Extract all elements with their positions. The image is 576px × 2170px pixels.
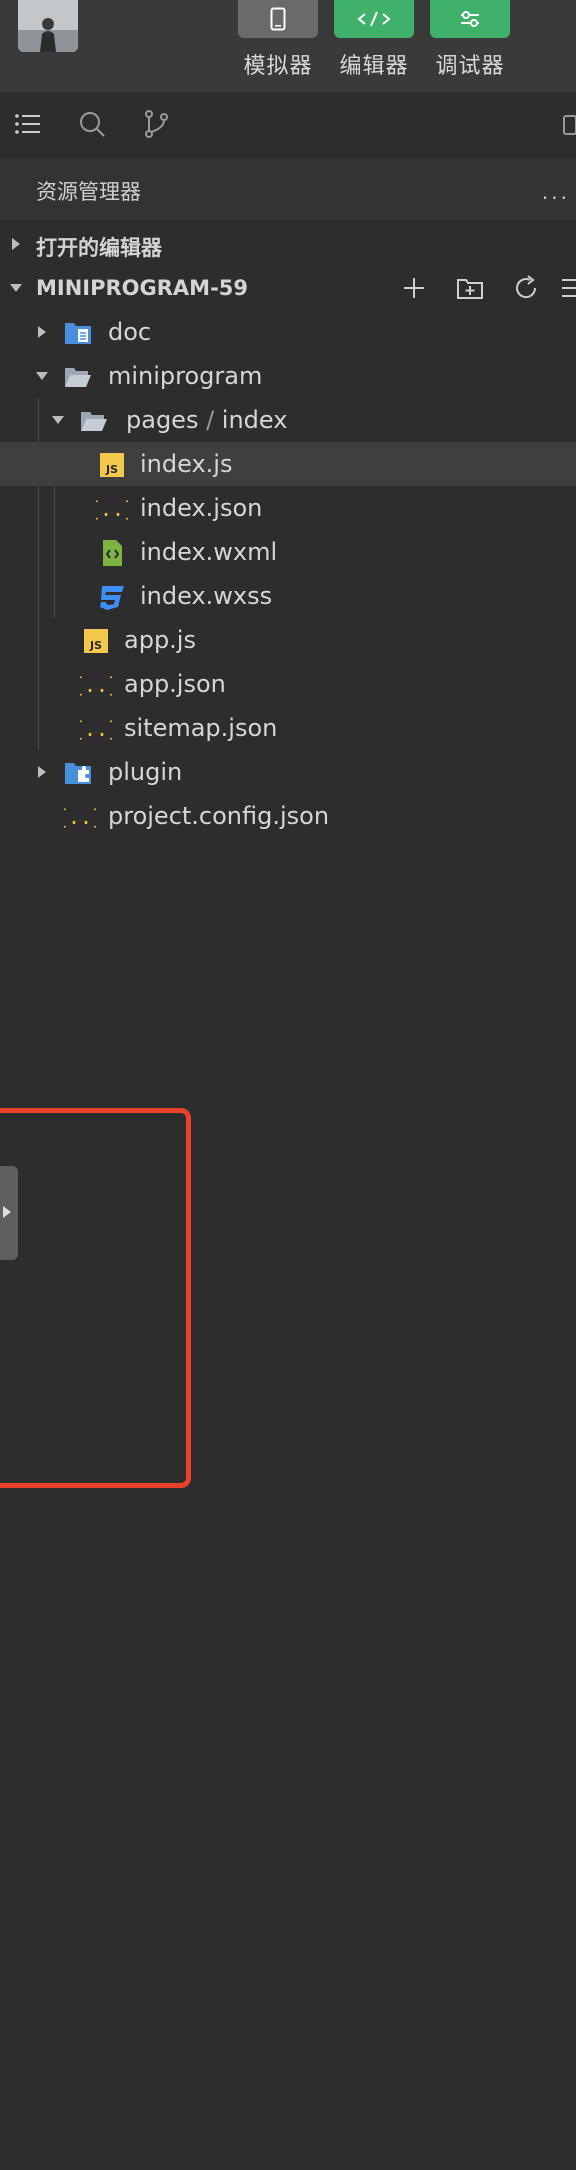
explorer-header: 资源管理器 ··· [0, 158, 576, 220]
tree-item-app-js[interactable]: JS app.js [0, 618, 576, 662]
tree-item-label: index.wxml [140, 538, 278, 566]
section-project[interactable]: MINIPROGRAM-59 [0, 266, 576, 310]
tree-item-index-json[interactable]: {..} index.json [0, 486, 576, 530]
section-open-editors-label: 打开的编辑器 [36, 236, 162, 260]
tree-item-index-wxss[interactable]: index.wxss [0, 574, 576, 618]
explorer-title: 资源管理器 [36, 180, 141, 204]
highlight-box [0, 1108, 191, 1488]
sliders-icon [461, 11, 479, 27]
expand-panel-handle[interactable] [0, 1166, 18, 1260]
svg-text:{..}: {..} [96, 497, 128, 521]
path-separator: / [198, 406, 222, 434]
editor-button[interactable] [334, 0, 414, 38]
avatar[interactable] [18, 0, 78, 52]
panel-icon[interactable] [562, 108, 576, 140]
source-control-icon[interactable] [140, 108, 172, 140]
json-file-icon: {..} [80, 673, 112, 697]
tree-item-label: app.json [124, 670, 226, 698]
more-actions-icon[interactable]: ··· [542, 186, 570, 210]
svg-text:{..}: {..} [64, 805, 96, 829]
code-icon [357, 11, 391, 27]
json-file-icon: {..} [80, 717, 112, 741]
new-file-icon[interactable] [400, 274, 428, 302]
svg-text:{..}: {..} [80, 673, 112, 697]
svg-text:JS: JS [89, 639, 102, 652]
subfolder-name: index [221, 406, 288, 434]
top-toolbar: 模拟器 编辑器 调试器 [0, 0, 576, 92]
search-icon[interactable] [76, 108, 108, 140]
chevron-down-icon [36, 372, 48, 380]
json-file-icon: {..} [96, 497, 128, 521]
chevron-right-icon [38, 326, 46, 338]
tree-item-label: project.config.json [108, 802, 330, 830]
tree-item-plugin[interactable]: plugin [0, 750, 576, 794]
chevron-down-icon [52, 416, 64, 424]
wxml-file-icon [103, 540, 122, 566]
tree-item-pages-index[interactable]: pages / index [0, 398, 576, 442]
simulator-label: 模拟器 [243, 54, 313, 79]
phone-icon [270, 7, 286, 31]
simulator-button[interactable] [238, 0, 318, 38]
chevron-down-icon [10, 284, 22, 292]
tree-item-label: miniprogram [108, 362, 263, 390]
debugger-button[interactable] [430, 0, 510, 38]
folder-name: pages [126, 406, 199, 434]
list-icon[interactable] [12, 108, 44, 140]
tree-item-label: pages / index [126, 406, 287, 434]
tree-item-label: sitemap.json [124, 714, 278, 742]
section-project-label: MINIPROGRAM-59 [36, 276, 249, 300]
js-file-icon: JS [84, 629, 108, 653]
tree-item-label: doc [108, 318, 152, 346]
folder-open-icon [65, 368, 91, 387]
chevron-right-icon [12, 238, 20, 250]
svg-text:{..}: {..} [80, 717, 112, 741]
json-file-icon: {..} [64, 805, 96, 829]
js-file-icon: JS [100, 453, 124, 477]
svg-text:JS: JS [105, 463, 118, 476]
tree-item-project-config-json[interactable]: {..} project.config.json [0, 794, 576, 838]
debugger-label: 调试器 [435, 54, 505, 79]
tree-item-label: index.json [140, 494, 263, 522]
tree-item-label: app.js [124, 626, 196, 654]
chevron-right-icon [38, 766, 46, 778]
doc-folder-icon [65, 323, 91, 344]
tree-item-miniprogram[interactable]: miniprogram [0, 354, 576, 398]
chevron-right-icon [3, 1206, 11, 1218]
tree-item-index-js[interactable]: JS index.js [0, 442, 576, 486]
tree-item-doc[interactable]: doc [0, 310, 576, 354]
folder-open-icon [81, 412, 107, 431]
activity-bar [0, 92, 576, 156]
new-folder-icon[interactable] [456, 274, 484, 302]
css-file-icon [100, 586, 124, 610]
collapse-all-icon[interactable] [556, 274, 576, 302]
tree-item-index-wxml[interactable]: index.wxml [0, 530, 576, 574]
section-open-editors[interactable]: 打开的编辑器 [0, 222, 576, 266]
tree-item-app-json[interactable]: {..} app.json [0, 662, 576, 706]
editor-label: 编辑器 [339, 54, 409, 79]
plugin-folder-icon [65, 763, 91, 784]
tree-item-label: plugin [108, 758, 183, 786]
tree-item-label: index.js [140, 450, 233, 478]
refresh-icon[interactable] [512, 274, 540, 302]
tree-item-sitemap-json[interactable]: {..} sitemap.json [0, 706, 576, 750]
tree-item-label: index.wxss [140, 582, 273, 610]
